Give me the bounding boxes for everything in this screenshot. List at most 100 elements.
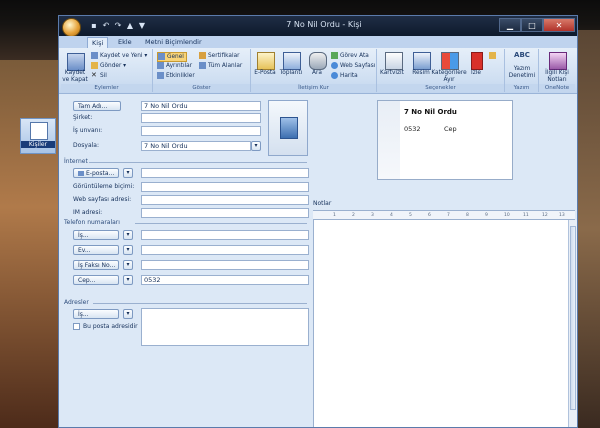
map-button[interactable]: Harita — [331, 72, 358, 80]
general-icon — [158, 53, 165, 60]
phone-mobile-input[interactable]: 0532 — [141, 275, 309, 285]
desktop-icon-label: Kişiler — [21, 141, 55, 148]
email-input[interactable] — [141, 168, 309, 178]
group-label-yazim: Yazım — [505, 84, 538, 92]
group-goster: Genel Ayrıntılar Etkinlikler Sertifikala… — [153, 49, 251, 92]
full-name-input[interactable]: 7 No Nil Ordu — [141, 101, 261, 111]
file-as-label: Dosyala: — [73, 142, 100, 149]
categorize-button[interactable]: Kategorilere Ayır — [431, 70, 467, 83]
call-button[interactable]: Ara — [305, 70, 329, 77]
email-icon — [257, 52, 275, 70]
contact-card-icon — [30, 122, 48, 140]
im-address-input[interactable] — [141, 208, 309, 218]
maximize-button[interactable]: □ — [521, 18, 543, 32]
mailing-address-label: Bu posta adresidir — [83, 323, 138, 330]
send-icon — [91, 62, 98, 69]
email-button[interactable]: E-Posta — [251, 70, 279, 77]
address-work-button[interactable]: İş... — [73, 309, 119, 319]
desktop-wallpaper-right — [578, 30, 600, 428]
title-bar[interactable]: ▪ ↶ ↷ ▲ ▼ 7 No Nil Ordu - Kişi ▁ □ ✕ — [59, 16, 577, 37]
mailing-address-checkbox[interactable] — [73, 323, 80, 330]
business-card-preview[interactable]: 7 No Nil Ordu 0532 Cep — [377, 100, 513, 180]
email-field-button[interactable]: E-posta... — [73, 168, 119, 178]
phone-mobile-dropdown[interactable]: ▾ — [123, 275, 133, 285]
phone-work-button[interactable]: İş... — [73, 230, 119, 240]
save-close-button[interactable]: Kaydet ve Kapat — [61, 70, 89, 83]
web-page-button[interactable]: Web Sayfası — [331, 62, 375, 70]
address-dropdown[interactable]: ▾ — [123, 309, 133, 319]
group-yazim: ABC Yazım Denetimi Yazım — [505, 49, 539, 92]
tab-metni-bicimlendir[interactable]: Metni Biçimlendir — [141, 37, 206, 48]
private-lock-icon[interactable] — [489, 52, 496, 59]
email-field-icon — [78, 171, 84, 176]
redo-icon[interactable]: ↷ — [113, 21, 123, 31]
follow-up-button[interactable]: İzle — [463, 70, 489, 77]
phone-fax-dropdown[interactable]: ▾ — [123, 260, 133, 270]
card-phone-type: Cep — [444, 125, 457, 133]
down-icon[interactable]: ▼ — [137, 21, 147, 31]
phone-mobile-button[interactable]: Cep... — [73, 275, 119, 285]
phone-home-button[interactable]: Ev... — [73, 245, 119, 255]
meeting-button[interactable]: Toplantı — [277, 70, 305, 77]
card-name: 7 No Nil Ordu — [404, 108, 457, 116]
address-textarea[interactable] — [141, 308, 309, 346]
related-notes-button[interactable]: İlgili Kişi Notları — [539, 70, 575, 83]
file-as-dropdown[interactable]: ▾ — [251, 141, 261, 151]
group-label-eylemler: Eylemler — [61, 84, 152, 92]
notes-editor[interactable] — [313, 220, 569, 427]
contact-photo[interactable] — [268, 100, 308, 156]
business-card-button[interactable]: Kartvizit — [377, 70, 407, 77]
tab-ekle[interactable]: Ekle — [114, 37, 136, 48]
desktop-contacts-icon[interactable]: Kişiler — [20, 118, 56, 154]
group-label-onenote: OneNote — [539, 84, 575, 92]
internet-divider — [89, 162, 307, 163]
web-page-input[interactable] — [141, 195, 309, 205]
certificates-button[interactable]: Sertifikalar — [199, 52, 240, 60]
display-as-input[interactable] — [141, 182, 309, 192]
ruler-tick: 13 — [559, 213, 565, 218]
all-fields-button[interactable]: Tüm Alanlar — [199, 62, 242, 70]
phone-work-input[interactable] — [141, 230, 309, 240]
job-title-input[interactable] — [141, 126, 261, 136]
phone-icon — [309, 52, 327, 70]
file-as-select[interactable]: 7 No Nil Ordu — [141, 141, 251, 151]
delete-button[interactable]: ✕ Sil — [91, 72, 107, 80]
ruler-tick: 10 — [504, 213, 510, 218]
company-input[interactable] — [141, 113, 261, 123]
phone-fax-button[interactable]: İş Faksı No... — [73, 260, 119, 270]
desktop-wallpaper-left — [0, 60, 58, 428]
notes-scrollbar[interactable] — [568, 220, 577, 427]
close-button[interactable]: ✕ — [543, 18, 575, 32]
minimize-button[interactable]: ▁ — [499, 18, 521, 32]
phone-fax-input[interactable] — [141, 260, 309, 270]
activities-icon — [157, 72, 164, 79]
delete-icon: ✕ — [91, 71, 97, 79]
general-button[interactable]: Genel — [157, 52, 187, 62]
undo-icon[interactable]: ↶ — [101, 21, 111, 31]
phone-home-input[interactable] — [141, 245, 309, 255]
save-icon[interactable]: ▪ — [89, 21, 99, 31]
activities-button[interactable]: Etkinlikler — [157, 72, 195, 80]
save-new-button[interactable]: Kaydet ve Yeni ▾ — [91, 52, 147, 60]
email-dropdown[interactable]: ▾ — [123, 168, 133, 178]
phone-work-dropdown[interactable]: ▾ — [123, 230, 133, 240]
details-button[interactable]: Ayrıntılar — [157, 62, 192, 70]
full-name-button[interactable]: Tam Adı... — [73, 101, 121, 111]
contact-form: Tam Adı... 7 No Nil Ordu Şirket: İş unva… — [59, 94, 577, 427]
phone-home-dropdown[interactable]: ▾ — [123, 245, 133, 255]
send-button[interactable]: Gönder ▾ — [91, 62, 126, 70]
spelling-button[interactable]: Yazım Denetimi — [505, 66, 539, 79]
company-label: Şirket: — [73, 114, 93, 121]
group-label-iletisim: İletişim Kur — [251, 84, 376, 92]
group-label-secenekler: Seçenekler — [377, 84, 504, 92]
assign-task-button[interactable]: Görev Ata — [331, 52, 369, 60]
ruler-tick: 5 — [409, 213, 412, 218]
up-icon[interactable]: ▲ — [125, 21, 135, 31]
scrollbar-thumb[interactable] — [570, 226, 576, 410]
group-iletisim: E-Posta Toplantı Ara Görev Ata Web Sayfa… — [251, 49, 377, 92]
map-icon — [331, 72, 338, 79]
card-phone: 0532 — [404, 125, 421, 133]
picture-icon — [413, 52, 431, 70]
office-button[interactable] — [62, 18, 81, 37]
job-title-label: İş unvanı: — [73, 127, 103, 134]
